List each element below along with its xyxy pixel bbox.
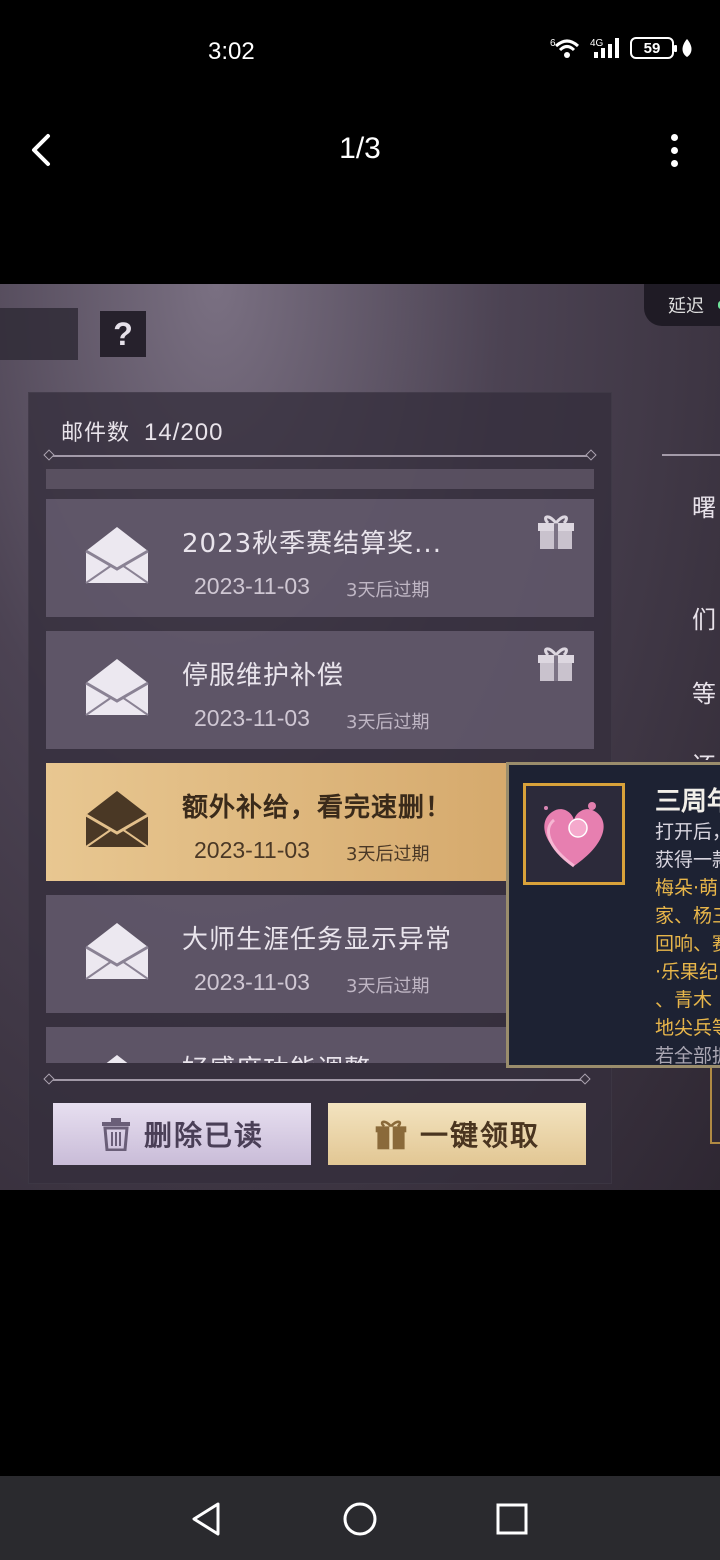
reward-desc-line: ·乐果纪 <box>655 961 719 983</box>
mail-date: 2023-11-03 <box>194 969 310 995</box>
mail-count-value: 14/200 <box>144 419 224 446</box>
mail-item[interactable]: 2023秋季赛结算奖... 2023-11-03 3天后过期 <box>46 499 594 617</box>
mail-title: 好感度功能调整 <box>182 1049 371 1063</box>
mail-title: 2023秋季赛结算奖... <box>182 529 442 559</box>
heart-gift-box-icon <box>544 802 604 868</box>
mail-count-label: 邮件数 <box>61 421 131 446</box>
cellular-signal-icon: 4G <box>590 38 619 58</box>
envelope-icon <box>85 527 149 584</box>
mail-item[interactable]: 停服维护补偿 2023-11-03 3天后过期 <box>46 631 594 749</box>
wifi-icon: 6 <box>550 38 580 58</box>
right-panel-text: 还 <box>692 746 716 760</box>
claim-all-button[interactable]: 一键领取 <box>328 1103 586 1165</box>
mail-date: 2023-11-03 <box>194 705 310 731</box>
mail-item-selected[interactable]: 额外补给，看完速删！ 2023-11-03 3天后过期 <box>46 763 516 881</box>
mail-title: 额外补给，看完速删！ <box>182 793 453 823</box>
viewer-top-bar: 1/3 <box>0 100 720 200</box>
nav-home-icon[interactable] <box>341 1500 379 1538</box>
side-frame-corner <box>710 1068 720 1144</box>
mail-title: 大师生涯任务显示异常 <box>182 925 453 955</box>
top-left-panel <box>0 308 78 360</box>
status-icons: 6 4G 59 <box>550 36 694 60</box>
status-time: 3:02 <box>208 38 255 65</box>
list-top-edge <box>46 469 594 489</box>
nav-back-icon[interactable] <box>188 1500 226 1538</box>
reward-title: 三周年 <box>655 787 720 817</box>
delete-read-button[interactable]: 删除已读 <box>53 1103 311 1165</box>
right-panel-text: 曙 <box>692 494 716 522</box>
right-panel-divider <box>662 454 720 456</box>
panel-divider-top <box>49 455 591 457</box>
gift-icon <box>375 1120 407 1150</box>
status-bar: 3:02 6 4G 59 <box>0 0 720 100</box>
reward-desc-line: 打开后， <box>655 821 720 843</box>
svg-text:6: 6 <box>550 38 556 49</box>
image-counter: 1/3 <box>339 132 381 165</box>
reward-desc-line: 回响、赛 <box>655 933 720 955</box>
envelope-icon <box>85 659 149 716</box>
mail-expire: 3天后过期 <box>346 712 430 733</box>
reward-item-frame <box>523 783 625 885</box>
reward-desc-line: 地尖兵等 <box>655 1017 720 1039</box>
game-screenshot: ? 延迟 邮件数 14/200 2023秋季赛结算奖... 2023-11-03 … <box>0 284 720 1190</box>
reward-desc-line: 梅朵·萌 <box>655 877 719 899</box>
latency-badge: 延迟 <box>644 284 720 326</box>
right-panel-text: 们 <box>692 606 716 634</box>
system-nav-bar <box>0 1476 720 1560</box>
more-options-icon[interactable] <box>668 134 680 167</box>
mail-expire: 3天后过期 <box>346 976 430 997</box>
delete-read-label: 删除已读 <box>143 1119 264 1152</box>
mail-date: 2023-11-03 <box>194 573 310 599</box>
trash-icon <box>101 1118 130 1151</box>
mail-expire: 3天后过期 <box>346 844 430 865</box>
claim-all-label: 一键领取 <box>419 1119 540 1152</box>
panel-divider-bottom <box>49 1079 585 1081</box>
reward-desc-line: 获得一款 <box>655 849 720 871</box>
svg-text:4G: 4G <box>590 38 604 49</box>
reward-tooltip: 三周年 打开后， 获得一款 梅朵·萌 家、杨三 回响、赛 ·乐果纪 、青木 地尖… <box>506 762 720 1068</box>
envelope-icon <box>85 791 149 848</box>
reward-desc-line: 、青木 <box>655 989 713 1011</box>
help-button[interactable]: ? <box>100 311 146 357</box>
gift-icon <box>538 515 574 549</box>
reward-desc-line: 家、杨三 <box>655 905 720 927</box>
nav-recents-icon[interactable] <box>493 1500 531 1538</box>
battery-indicator: 59 <box>630 37 677 59</box>
mail-date: 2023-11-03 <box>194 837 310 863</box>
mail-expire: 3天后过期 <box>346 580 430 601</box>
leaf-icon <box>682 39 692 57</box>
mail-title: 停服维护补偿 <box>182 661 345 691</box>
envelope-icon <box>85 923 149 980</box>
envelope-icon <box>106 1055 128 1063</box>
mail-count: 邮件数 14/200 <box>61 415 223 447</box>
right-panel-text: 等 <box>692 680 716 708</box>
gift-icon <box>538 647 574 681</box>
reward-desc-line: 若全部拥 <box>655 1045 720 1065</box>
